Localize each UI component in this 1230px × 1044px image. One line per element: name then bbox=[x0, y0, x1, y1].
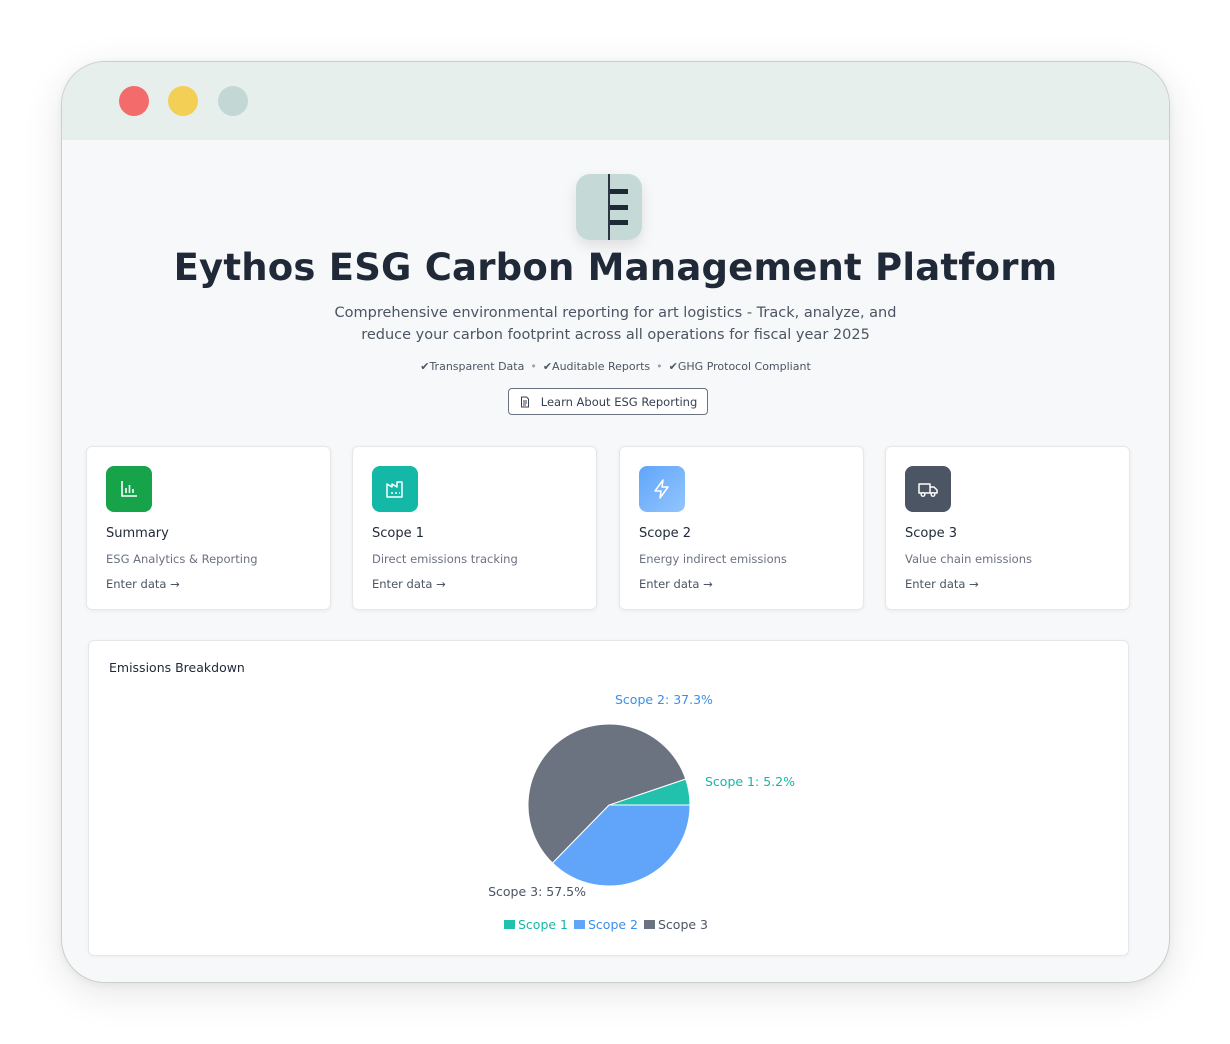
card-description: ESG Analytics & Reporting bbox=[106, 552, 258, 566]
feature-badges: ✔Transparent Data • ✔Auditable Reports • ✔GH… bbox=[62, 360, 1169, 373]
maximize-window-button[interactable] bbox=[218, 86, 248, 116]
badge-separator: • bbox=[530, 360, 537, 373]
legend-label: Scope 2 bbox=[588, 917, 638, 932]
app-window: Eythos ESG Carbon Management Platform Co… bbox=[61, 61, 1170, 983]
document-icon bbox=[520, 396, 529, 407]
enter-data-link[interactable]: Enter data → bbox=[639, 577, 713, 591]
enter-data-link[interactable]: Enter data → bbox=[106, 577, 180, 591]
badge-separator: • bbox=[656, 360, 663, 373]
slice-label-scope-3: Scope 3: 57.5% bbox=[488, 884, 586, 899]
learn-button-label: Learn About ESG Reporting bbox=[540, 394, 698, 409]
legend-item-scope-1[interactable]: Scope 1 bbox=[504, 917, 568, 932]
factory-icon bbox=[372, 466, 418, 512]
eythos-logo-icon bbox=[576, 174, 642, 240]
legend-label: Scope 1 bbox=[518, 917, 568, 932]
card-title: Scope 3 bbox=[905, 526, 958, 541]
badge-transparent-data: ✔Transparent Data bbox=[420, 360, 525, 373]
legend-label: Scope 3 bbox=[658, 917, 708, 932]
summary-card[interactable]: Summary ESG Analytics & Reporting Enter … bbox=[86, 446, 331, 610]
page-title: Eythos ESG Carbon Management Platform bbox=[173, 246, 1058, 289]
close-window-button[interactable] bbox=[119, 86, 149, 116]
card-description: Value chain emissions bbox=[905, 552, 1032, 566]
badge-auditable-reports: ✔Auditable Reports bbox=[542, 360, 651, 373]
card-title: Scope 1 bbox=[372, 526, 425, 541]
badge-ghg-compliant: ✔GHG Protocol Compliant bbox=[668, 360, 811, 373]
card-title: Summary bbox=[106, 526, 169, 541]
scope-1-card[interactable]: Scope 1 Direct emissions tracking Enter … bbox=[352, 446, 597, 610]
card-description: Energy indirect emissions bbox=[639, 552, 787, 566]
slice-label-scope-1: Scope 1: 5.2% bbox=[705, 774, 795, 789]
card-description: Direct emissions tracking bbox=[372, 552, 518, 566]
bar-chart-icon bbox=[106, 466, 152, 512]
card-title: Scope 2 bbox=[639, 526, 692, 541]
page-subtitle: Comprehensive environmental reporting fo… bbox=[334, 305, 897, 343]
enter-data-link[interactable]: Enter data → bbox=[372, 577, 446, 591]
enter-data-link[interactable]: Enter data → bbox=[905, 577, 979, 591]
slice-label-scope-2: Scope 2: 37.3% bbox=[615, 692, 713, 707]
emissions-breakdown-panel: Emissions Breakdown Scope 1: 5.2% Scope 2… bbox=[88, 640, 1129, 956]
minimize-window-button[interactable] bbox=[168, 86, 198, 116]
legend-item-scope-3[interactable]: Scope 3 bbox=[644, 917, 708, 932]
learn-about-esg-button[interactable]: Learn About ESG Reporting bbox=[508, 388, 708, 415]
legend-swatch bbox=[504, 920, 515, 929]
truck-icon bbox=[905, 466, 951, 512]
legend-swatch bbox=[644, 920, 655, 929]
window-titlebar bbox=[62, 62, 1169, 140]
scope-3-card[interactable]: Scope 3 Value chain emissions Enter data… bbox=[885, 446, 1130, 610]
legend-item-scope-2[interactable]: Scope 2 bbox=[574, 917, 638, 932]
legend-swatch bbox=[574, 920, 585, 929]
scope-2-card[interactable]: Scope 2 Energy indirect emissions Enter … bbox=[619, 446, 864, 610]
emissions-pie-chart: Scope 1: 5.2% Scope 2: 37.3% Scope 3: 57.5… bbox=[488, 692, 795, 932]
lightning-icon bbox=[639, 466, 685, 512]
